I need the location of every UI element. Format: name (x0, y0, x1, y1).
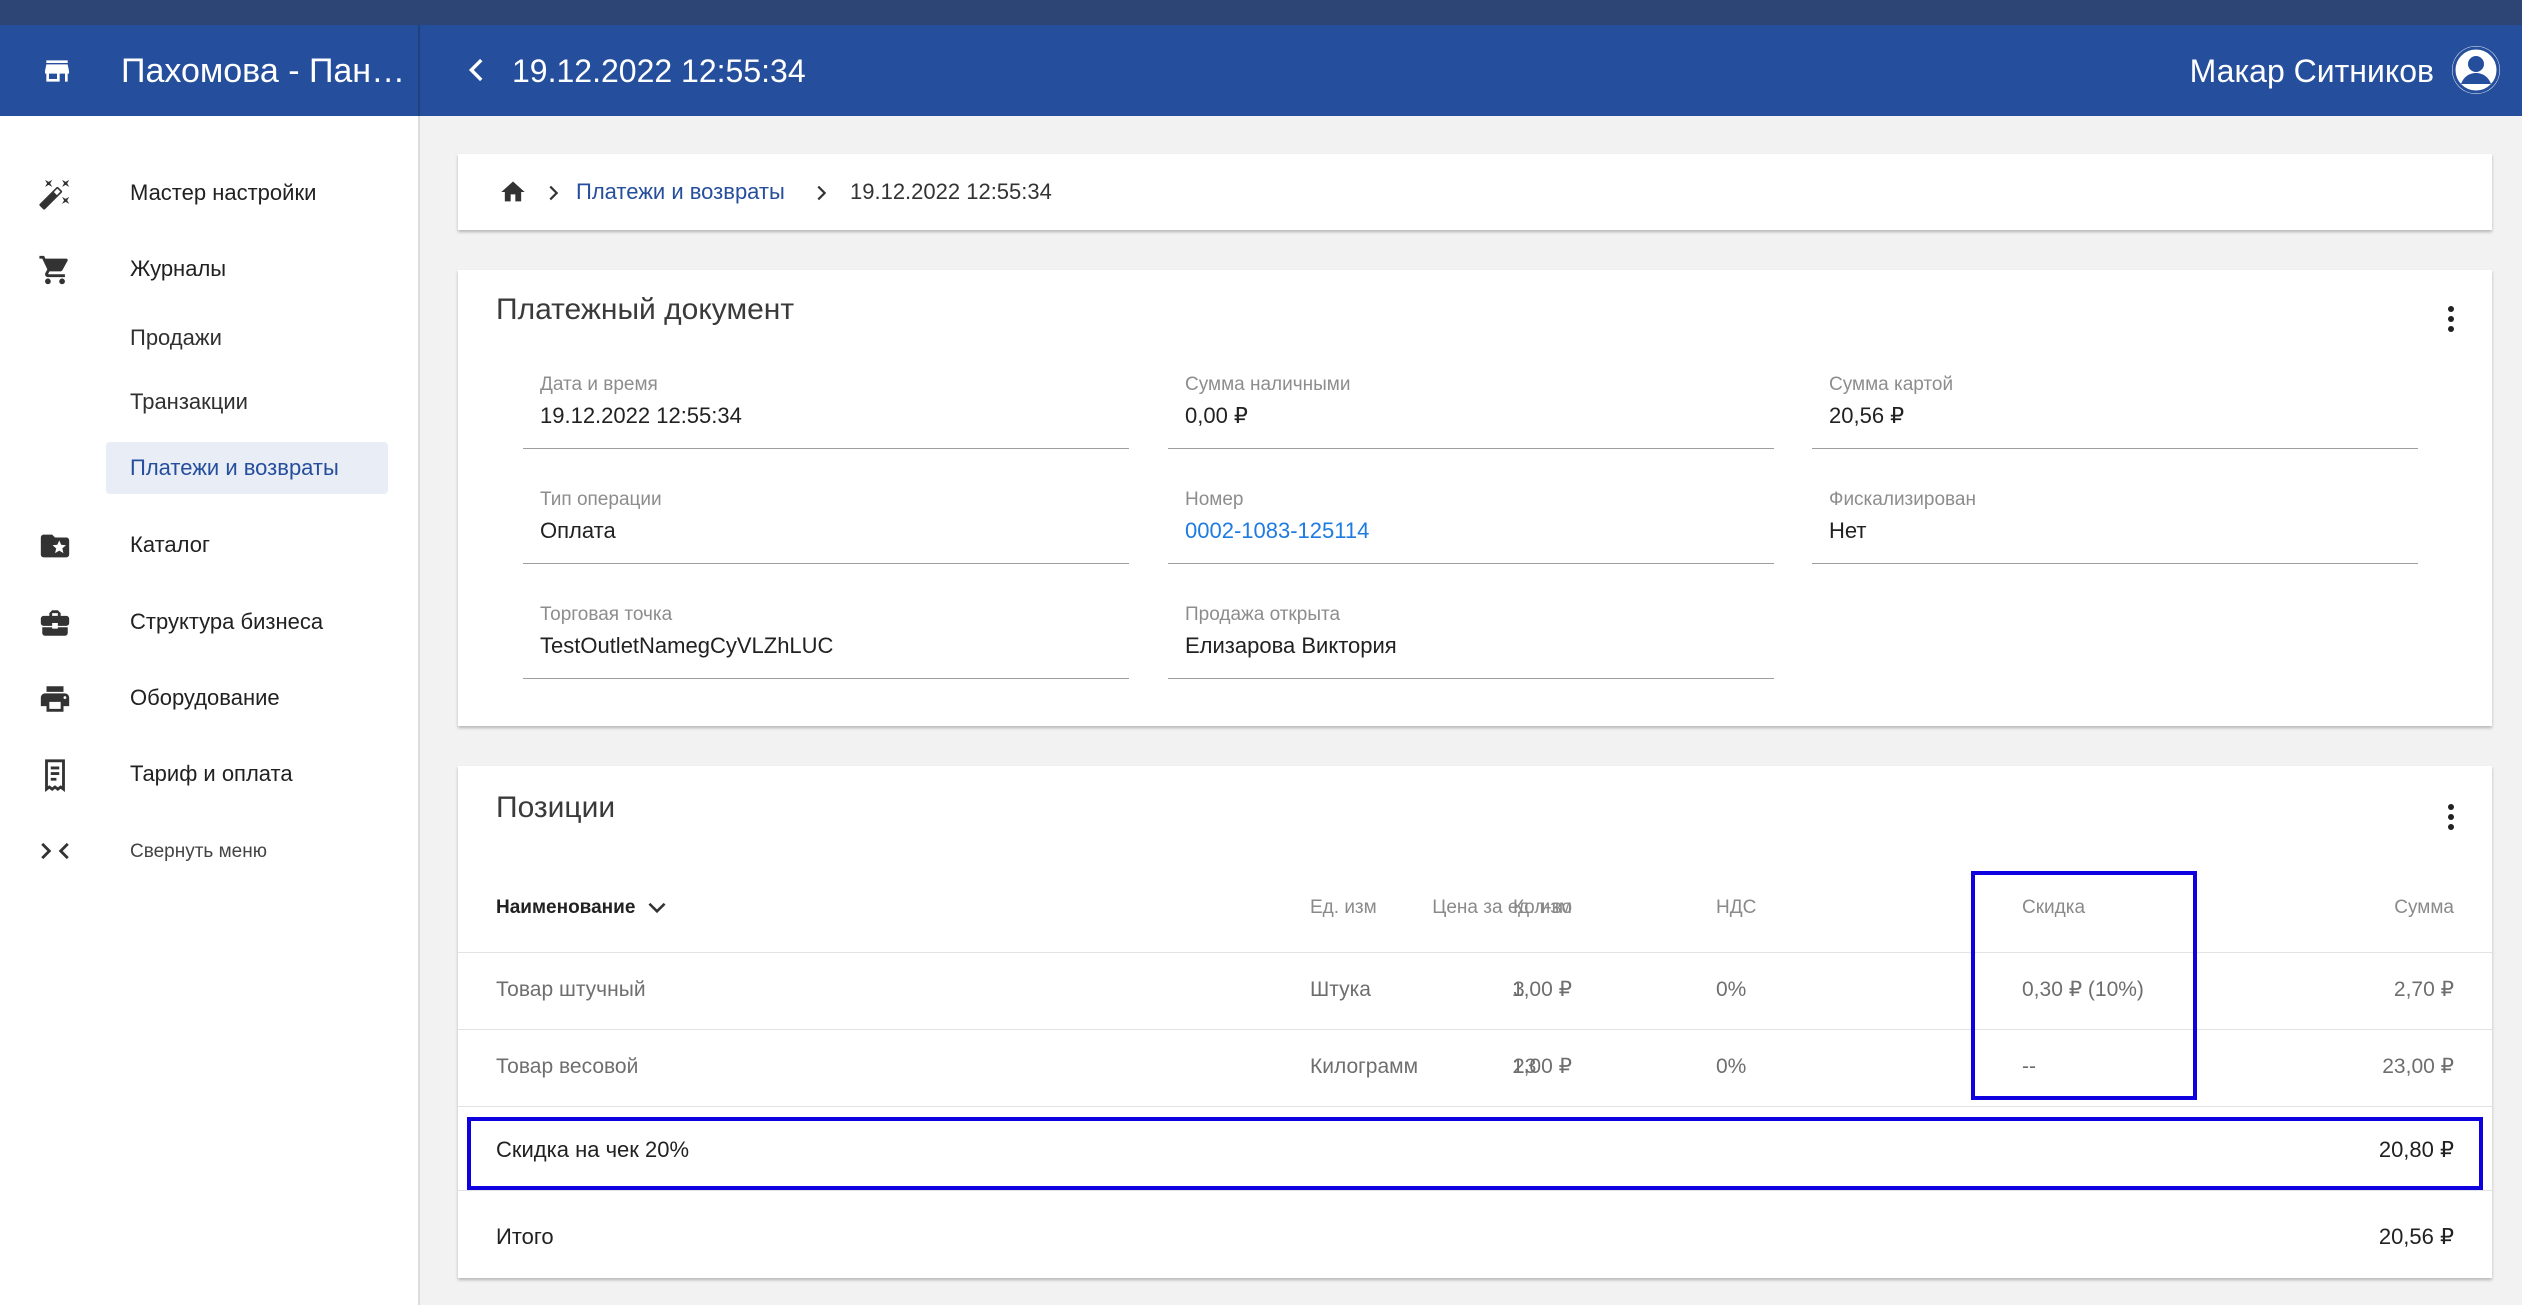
sidebar-item-label: Свернуть меню (130, 841, 267, 862)
total-value: 20,56 ₽ (2378, 1224, 2454, 1249)
field-outlet[interactable]: Торговая точка TestOutletNamegCyVLZhLUC (523, 600, 1129, 679)
receipt-discount-highlight (467, 1117, 2483, 1190)
cell-unit: Штука (1310, 978, 1371, 1001)
row-divider (458, 1190, 2492, 1191)
total-label: Итого (496, 1224, 554, 1249)
sidebar-item-label: Структура бизнеса (130, 609, 324, 634)
page-title: 19.12.2022 12:55:34 (512, 53, 806, 89)
field-label: Тип операции (540, 489, 662, 510)
sidebar-subitem-label: Транзакции (130, 389, 248, 414)
breadcrumb-current: 19.12.2022 12:55:34 (850, 179, 1052, 204)
sidebar-subitem-transactions[interactable]: Транзакции (106, 376, 388, 428)
printer-icon (40, 686, 70, 712)
user-name[interactable]: Макар Ситников (2190, 51, 2434, 91)
sidebar-subitem-sales[interactable]: Продажи (106, 312, 388, 364)
sidebar-item-label: Журналы (130, 256, 227, 281)
field-card-amount[interactable]: Сумма картой 20,56 ₽ (1812, 370, 2418, 449)
account-circle-icon[interactable] (2452, 46, 2500, 94)
column-header-sum: Сумма (2394, 897, 2454, 918)
cell-qty: 23 (1513, 1055, 1537, 1078)
cell-name: Товар весовой (496, 1055, 639, 1078)
breadcrumb: Платежи и возвраты 19.12.2022 12:55:34 (458, 154, 2492, 230)
field-label: Фискализирован (1829, 489, 1976, 510)
field-label: Номер (1185, 489, 1244, 510)
sidebar-subitem-label: Продажи (130, 325, 222, 350)
field-label: Продажа открыта (1185, 604, 1341, 625)
row-divider (458, 1106, 2492, 1107)
app-bar: Пахомова - Пано… 19.12.2022 12:55:34 Мак… (0, 25, 2522, 116)
more-vert-icon[interactable] (2444, 804, 2458, 838)
cart-icon (39, 255, 68, 285)
field-value: Нет (1829, 518, 1867, 543)
column-header-unit: Ед. изм (1310, 897, 1377, 918)
field-value: 0,00 ₽ (1185, 403, 1248, 428)
field-operation-type[interactable]: Тип операции Оплата (523, 485, 1129, 564)
cell-vat: 0% (1716, 978, 1747, 1001)
field-sale-opened-by[interactable]: Продажа открыта Елизарова Виктория (1168, 600, 1774, 679)
sidebar-item-catalog[interactable]: Каталог (0, 515, 418, 575)
field-label: Торговая точка (540, 604, 673, 625)
field-value: TestOutletNamegCyVLZhLUC (540, 633, 834, 658)
sidebar-item-business-structure[interactable]: Структура бизнеса (0, 592, 418, 652)
field-value: 19.12.2022 12:55:34 (540, 403, 742, 428)
field-label: Дата и время (540, 374, 658, 395)
sidebar-item-setup-wizard[interactable]: Мастер настройки (0, 163, 418, 223)
sidebar-item-tariff-payment[interactable]: Тариф и оплата (0, 744, 418, 804)
document-number-link[interactable]: 0002-1083-125114 (1185, 517, 1369, 545)
discount-column-highlight (1971, 871, 2197, 1100)
sidebar: Мастер настройки Журналы Продажи Транзак… (0, 116, 420, 1305)
sidebar-item-label: Каталог (130, 532, 210, 557)
cell-vat: 0% (1716, 1055, 1747, 1078)
column-header-qty: Кол-во (1513, 897, 1573, 918)
cell-price: 1,00 ₽ (1511, 978, 1572, 1001)
window-top-strip (0, 0, 2522, 25)
sidebar-subitem-payments-refunds[interactable]: Платежи и возвраты (106, 442, 388, 494)
collapse-icon (41, 842, 69, 860)
store-icon[interactable] (40, 55, 74, 87)
sidebar-collapse-button[interactable]: Свернуть меню (0, 820, 418, 880)
card-title: Платежный документ (496, 293, 795, 326)
breadcrumb-link-payments[interactable]: Платежи и возвраты (576, 178, 785, 206)
briefcase-icon (40, 610, 70, 636)
positions-card: Позиции Наименование Цена за ед. изм Ед.… (458, 766, 2492, 1278)
organization-name[interactable]: Пахомова - Пано… (121, 51, 406, 91)
sidebar-subitem-label: Платежи и возвраты (130, 455, 339, 480)
chevron-left-icon[interactable] (460, 53, 494, 87)
cell-qty: 3 (1513, 978, 1525, 1001)
field-label: Сумма картой (1829, 374, 1954, 395)
cell-sum: 2,70 ₽ (2393, 978, 2454, 1001)
sidebar-item-label: Тариф и оплата (130, 761, 293, 786)
field-number[interactable]: Номер 0002-1083-125114 (1168, 485, 1774, 564)
field-value: Оплата (540, 518, 616, 543)
field-date-time[interactable]: Дата и время 19.12.2022 12:55:34 (523, 370, 1129, 449)
folder-star-icon (40, 534, 70, 558)
field-value: 20,56 ₽ (1829, 403, 1905, 428)
card-title: Позиции (496, 791, 616, 824)
receipt-icon (45, 759, 65, 792)
home-icon[interactable] (498, 178, 528, 206)
field-cash-amount[interactable]: Сумма наличными 0,00 ₽ (1168, 370, 1774, 449)
more-vert-icon[interactable] (2444, 306, 2458, 340)
field-value: Елизарова Виктория (1185, 633, 1397, 658)
cell-name: Товар штучный (496, 978, 646, 1001)
field-label: Сумма наличными (1185, 374, 1351, 395)
cell-unit: Килограмм (1310, 1055, 1419, 1078)
cell-sum: 23,00 ₽ (2382, 1055, 2454, 1078)
chevron-down-icon[interactable] (644, 894, 670, 920)
appbar-divider (418, 25, 420, 116)
magic-wand-icon (39, 179, 70, 210)
sidebar-item-label: Мастер настройки (130, 180, 317, 205)
field-fiscalized[interactable]: Фискализирован Нет (1812, 485, 2418, 564)
sidebar-item-equipment[interactable]: Оборудование (0, 668, 418, 728)
sidebar-item-journals[interactable]: Журналы (0, 239, 418, 299)
chevron-right-icon (549, 185, 559, 201)
chevron-right-icon (817, 185, 827, 201)
column-header-name[interactable]: Наименование (496, 896, 635, 920)
payment-document-card: Платежный документ Дата и время 19.12.20… (458, 270, 2492, 726)
sidebar-item-label: Оборудование (130, 685, 280, 710)
column-header-vat: НДС (1716, 897, 1757, 918)
